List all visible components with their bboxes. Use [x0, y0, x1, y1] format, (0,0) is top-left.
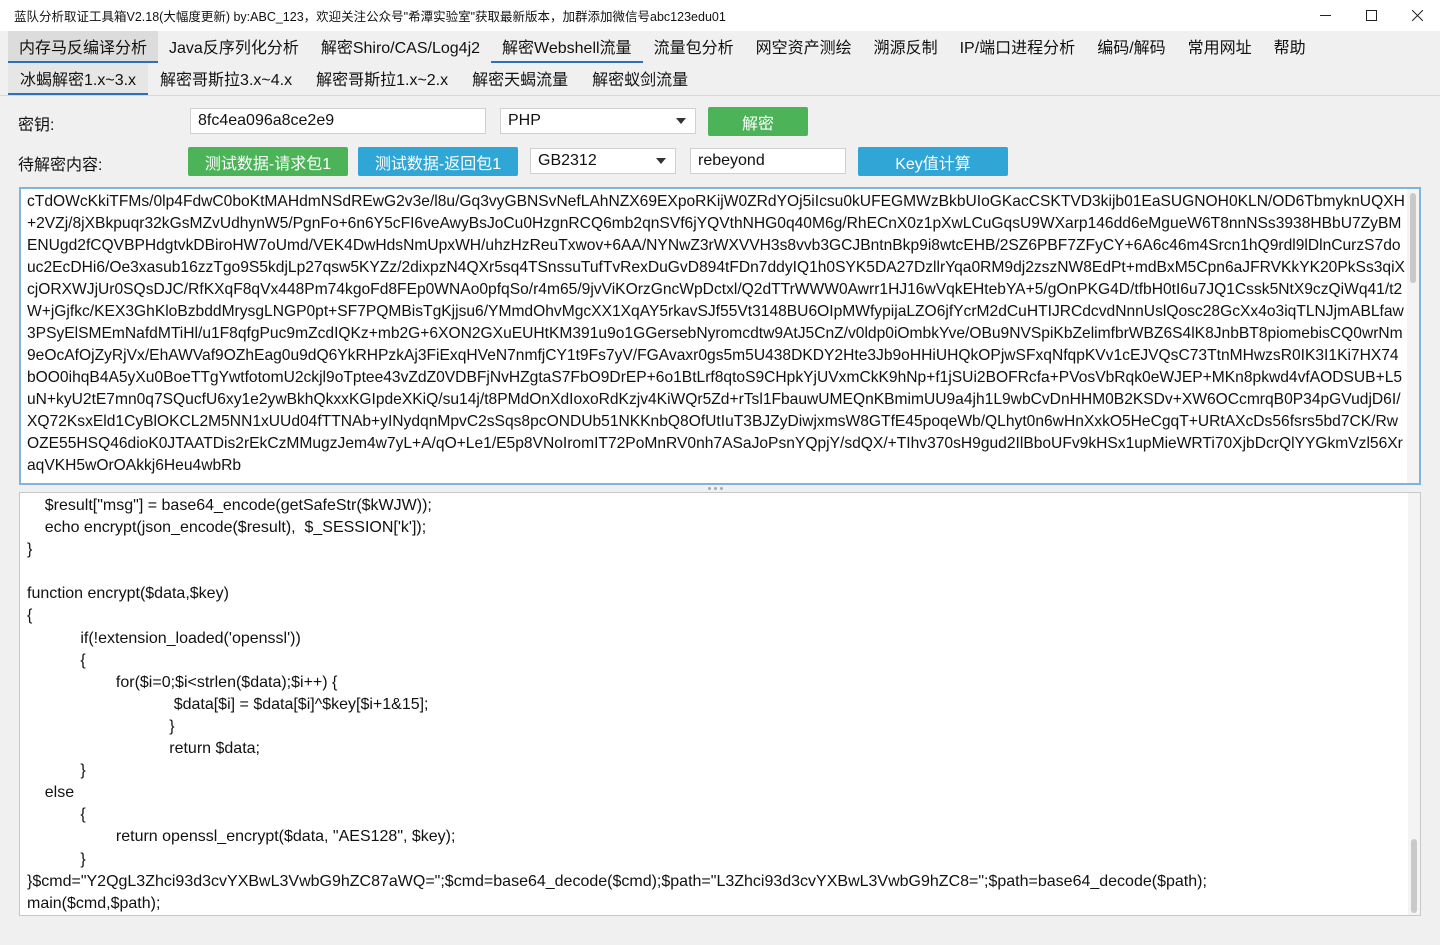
sub-tab-bar: 冰蝎解密1.x~3.x 解密哥斯拉3.x~4.x 解密哥斯拉1.x~2.x 解密…	[0, 63, 1440, 96]
code-line: }	[27, 541, 33, 559]
code-line: }	[27, 762, 86, 780]
key-input[interactable]: 8fc4ea096a8ce2e9	[190, 108, 486, 134]
minimize-button[interactable]	[1302, 0, 1348, 31]
code-line: }	[27, 717, 175, 735]
subtab-godzilla-3-4[interactable]: 解密哥斯拉3.x~4.x	[148, 63, 304, 95]
key-calc-button[interactable]: Key值计算	[858, 147, 1008, 176]
code-line: {	[27, 607, 33, 625]
subtab-antsword[interactable]: 解密蚁剑流量	[580, 63, 700, 95]
code-line: main($cmd,$path);	[27, 894, 161, 912]
code-line: else	[27, 784, 75, 802]
code-line: for($i=0;$i<strlen($data);$i++) {	[27, 673, 338, 691]
output-scrollbar[interactable]	[1408, 493, 1420, 915]
tab-ip-port-process[interactable]: IP/端口进程分析	[949, 31, 1087, 63]
code-line: $result["msg"] = base64_encode(getSafeSt…	[27, 497, 432, 514]
code-line: echo encrypt(json_encode($result), $_SES…	[27, 519, 427, 537]
code-line: if(!extension_loaded('openssl'))	[27, 629, 301, 647]
subtab-behinder[interactable]: 冰蝎解密1.x~3.x	[8, 63, 149, 95]
subtab-godzilla-1-2[interactable]: 解密哥斯拉1.x~2.x	[304, 63, 460, 95]
code-line: }$cmd="Y2QgL3Zhci93d3cvYXBwL3VwbG9hZC87a…	[27, 872, 1207, 890]
main-tab-bar: 内存马反编译分析 Java反序列化分析 解密Shiro/CAS/Log4j2 解…	[0, 31, 1440, 63]
tab-encode-decode[interactable]: 编码/解码	[1086, 31, 1176, 63]
language-select-value: PHP	[508, 112, 541, 129]
ciphertext-scrollbar-thumb[interactable]	[1410, 193, 1416, 283]
minimize-icon	[1319, 15, 1331, 16]
tab-common-urls[interactable]: 常用网址	[1177, 31, 1263, 63]
code-line: return $data;	[27, 740, 260, 758]
decrypted-output[interactable]: $result["msg"] = base64_encode(getSafeSt…	[19, 492, 1421, 916]
tab-java-deserialization[interactable]: Java反序列化分析	[158, 31, 310, 63]
code-line: {	[27, 806, 86, 824]
code-line: }	[27, 850, 86, 868]
ciphertext-scrollbar[interactable]	[1407, 189, 1419, 483]
close-icon	[1411, 10, 1423, 21]
tab-trace-counter[interactable]: 溯源反制	[863, 31, 949, 63]
code-line: function encrypt($data,$key)	[27, 585, 229, 603]
ciphertext-content: cTdOWcKkiTFMs/0lp4FdwC0boKtMAHdmNSdREwG2…	[27, 193, 1405, 474]
encoding-select[interactable]: GB2312	[530, 148, 676, 174]
language-select[interactable]: PHP	[500, 108, 696, 134]
title-bar: 蓝队分析取证工具箱V2.18(大幅度更新) by:ABC_123，欢迎关注公众号…	[0, 0, 1440, 31]
decrypted-code: $result["msg"] = base64_encode(getSafeSt…	[27, 495, 1207, 915]
window-controls	[1302, 0, 1440, 31]
test-response-button[interactable]: 测试数据-返回包1	[358, 147, 518, 176]
maximize-icon	[1365, 10, 1377, 21]
subtab-tianxie[interactable]: 解密天蝎流量	[460, 63, 580, 95]
tab-memshell-decompile[interactable]: 内存马反编译分析	[8, 31, 159, 63]
tab-asset-mapping[interactable]: 网空资产测绘	[745, 31, 863, 63]
code-line: {	[27, 651, 86, 669]
password-input[interactable]: rebeyond	[690, 148, 846, 174]
close-button[interactable]	[1394, 0, 1440, 31]
code-line: $data[$i] = $data[$i]^$key[$i+1&15];	[27, 695, 429, 713]
code-line: return openssl_encrypt($data, "AES128", …	[27, 828, 456, 846]
tab-decrypt-webshell-traffic[interactable]: 解密Webshell流量	[491, 31, 643, 63]
encoding-select-value: GB2312	[538, 152, 597, 169]
tab-pcap-analysis[interactable]: 流量包分析	[643, 31, 745, 63]
ciphertext-textarea[interactable]: cTdOWcKkiTFMs/0lp4FdwC0boKtMAHdmNSdREwG2…	[19, 187, 1421, 485]
key-label: 密钥:	[18, 117, 55, 134]
chevron-down-icon	[676, 118, 686, 124]
maximize-button[interactable]	[1348, 0, 1394, 31]
split-handle[interactable]	[708, 487, 728, 491]
output-scrollbar-thumb[interactable]	[1411, 839, 1417, 913]
chevron-down-icon	[656, 158, 666, 164]
content-label: 待解密内容:	[18, 157, 103, 174]
decrypt-button[interactable]: 解密	[708, 107, 808, 136]
tab-decrypt-shiro-cas-log4j2[interactable]: 解密Shiro/CAS/Log4j2	[310, 31, 491, 63]
test-request-button[interactable]: 测试数据-请求包1	[188, 147, 348, 176]
window-title: 蓝队分析取证工具箱V2.18(大幅度更新) by:ABC_123，欢迎关注公众号…	[14, 10, 726, 24]
tab-help[interactable]: 帮助	[1263, 31, 1317, 63]
